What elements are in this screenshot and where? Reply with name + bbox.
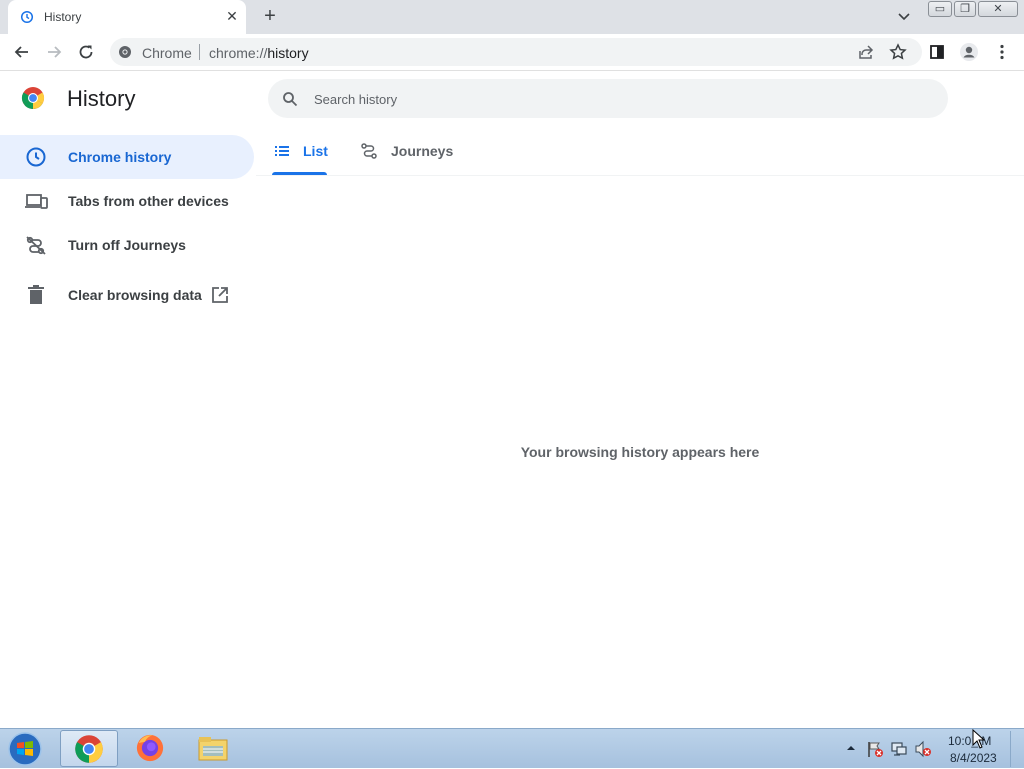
- show-hidden-icons-icon[interactable]: [846, 743, 856, 753]
- sidebar-item-label: Turn off Journeys: [68, 237, 186, 253]
- clock-date[interactable]: 8/4/2023: [950, 751, 997, 765]
- windows-taskbar: 10:0_ M 8/4/2023: [0, 728, 1024, 768]
- url-scheme: chrome://: [209, 45, 268, 61]
- sidebar-item-tabs-from-other-devices[interactable]: Tabs from other devices: [0, 179, 254, 223]
- taskbar-firefox[interactable]: [122, 730, 180, 767]
- mouse-cursor-icon: [972, 729, 986, 749]
- list-icon: [275, 146, 289, 156]
- url-path: history: [267, 45, 309, 61]
- bookmark-star-icon[interactable]: [888, 42, 908, 62]
- search-bar[interactable]: [268, 79, 948, 118]
- clock-icon: [26, 147, 46, 167]
- file-explorer-icon: [198, 737, 228, 761]
- address-bar[interactable]: Chrome chrome://history: [110, 38, 922, 66]
- tab-title: History: [44, 10, 82, 24]
- search-icon: [283, 92, 298, 107]
- network-icon[interactable]: [890, 740, 908, 758]
- chrome-logo-icon: [21, 87, 45, 110]
- history-view-tabs: List Journeys: [256, 130, 1024, 176]
- omnibox-divider: [199, 44, 200, 60]
- side-panel-icon[interactable]: [927, 42, 947, 62]
- devices-icon: [25, 194, 48, 209]
- forward-arrow-icon[interactable]: [44, 42, 64, 62]
- close-window-button[interactable]: ✕: [978, 1, 1018, 17]
- firefox-icon: [136, 734, 164, 762]
- trash-icon: [28, 285, 44, 304]
- windows-start-button-icon[interactable]: [6, 731, 44, 767]
- browser-tab-history[interactable]: History ✕: [8, 0, 246, 34]
- tab-journeys-label: Journeys: [391, 143, 454, 159]
- back-arrow-icon[interactable]: [12, 42, 32, 62]
- url-text: chrome://history: [209, 45, 309, 61]
- page-title: History: [67, 86, 136, 111]
- action-center-flag-icon[interactable]: [866, 740, 884, 758]
- tab-strip: History ✕ + ▭ ❐ ✕: [0, 0, 1024, 34]
- reload-icon[interactable]: [76, 42, 96, 62]
- close-tab-button[interactable]: ✕: [224, 8, 240, 24]
- browser-toolbar: Chrome chrome://history: [0, 34, 1024, 71]
- sidebar-item-chrome-history[interactable]: Chrome history: [0, 135, 254, 179]
- tab-list[interactable]: List: [272, 130, 330, 176]
- taskbar-chrome[interactable]: [60, 730, 118, 767]
- chrome-icon: [75, 735, 103, 763]
- show-desktop-button[interactable]: [1010, 731, 1020, 767]
- external-link-icon: [212, 287, 228, 303]
- new-tab-button[interactable]: +: [258, 6, 282, 28]
- history-icon: [20, 10, 34, 24]
- journeys-off-icon: [26, 236, 46, 255]
- tab-list-label: List: [303, 143, 328, 159]
- selected-tab-indicator: [272, 172, 327, 175]
- chrome-site-icon: [119, 46, 131, 58]
- journeys-icon: [361, 143, 377, 159]
- empty-history-message: Your browsing history appears here: [520, 444, 760, 460]
- restore-window-button[interactable]: ❐: [954, 1, 976, 17]
- share-icon[interactable]: [856, 42, 876, 62]
- tab-search-chevron-down-icon[interactable]: [894, 8, 914, 26]
- site-label: Chrome: [142, 45, 192, 61]
- more-menu-icon[interactable]: [992, 42, 1012, 62]
- sidebar-item-turn-off-journeys[interactable]: Turn off Journeys: [0, 223, 254, 267]
- search-history-input[interactable]: [314, 89, 914, 109]
- sidebar-item-label: Clear browsing data: [68, 287, 202, 303]
- sidebar-item-label: Tabs from other devices: [68, 193, 229, 209]
- volume-muted-icon[interactable]: [914, 740, 932, 758]
- system-tray: 10:0_ M 8/4/2023: [840, 729, 1024, 769]
- profile-avatar-icon[interactable]: [959, 42, 979, 62]
- minimize-window-button[interactable]: ▭: [928, 1, 952, 17]
- tab-journeys[interactable]: Journeys: [358, 130, 458, 176]
- sidebar-item-label: Chrome history: [68, 149, 172, 165]
- taskbar-file-explorer[interactable]: [184, 730, 242, 767]
- sidebar-item-clear-browsing-data[interactable]: Clear browsing data: [0, 273, 254, 317]
